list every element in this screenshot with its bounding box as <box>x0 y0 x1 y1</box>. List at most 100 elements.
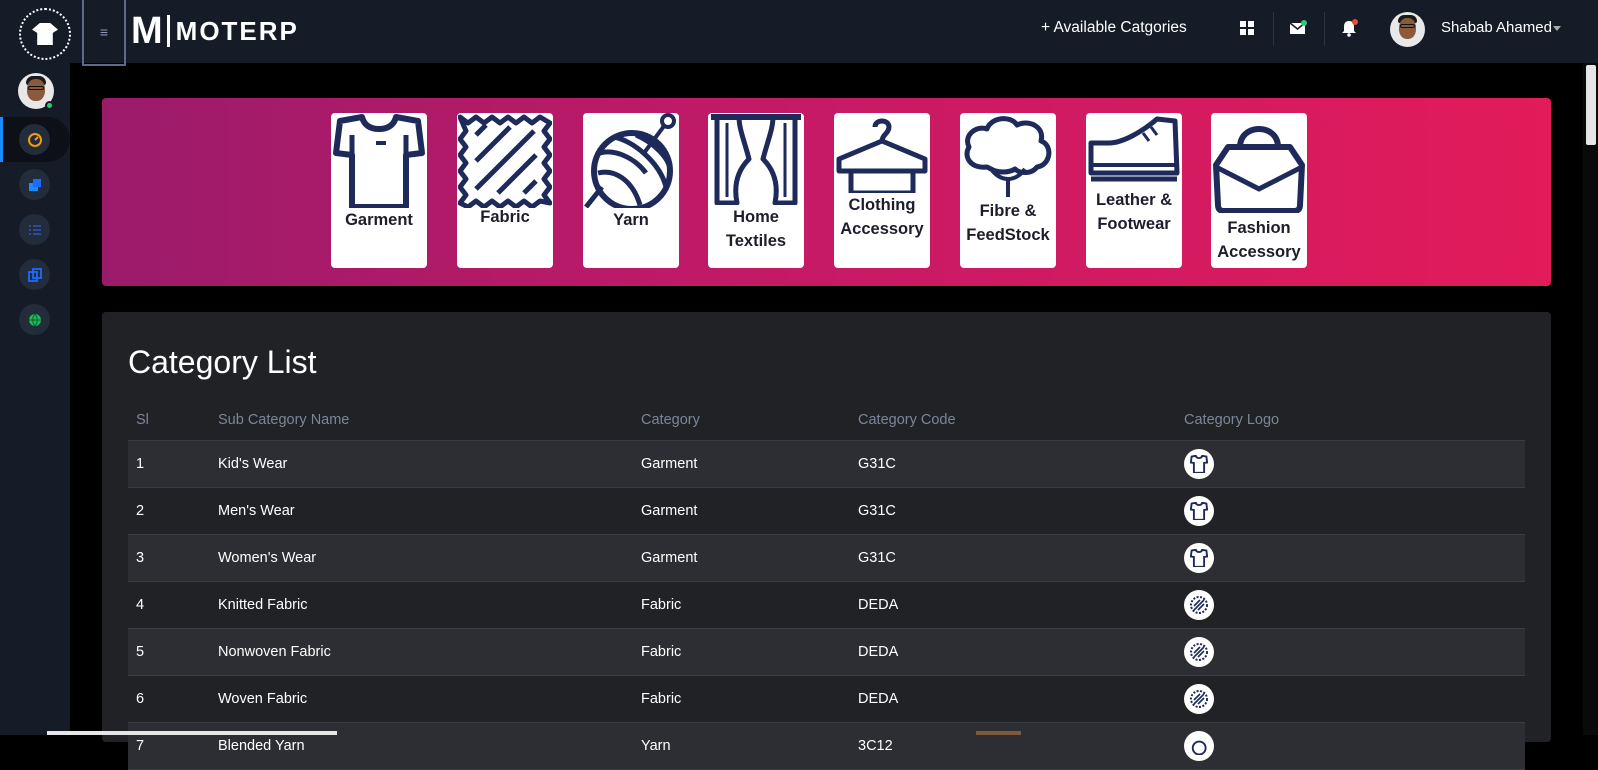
cell-category: Yarn <box>633 722 850 770</box>
curtain-icon <box>711 114 801 205</box>
category-card-fabric[interactable]: Fabric <box>457 113 553 268</box>
category-banner: Garment Fabric Yarn Home Textiles Clothi… <box>102 98 1551 286</box>
avatar-glasses <box>28 86 44 90</box>
category-card-clothing-accessory[interactable]: Clothing Accessory <box>834 113 930 268</box>
brand-logo[interactable]: M MOTERP <box>131 10 299 52</box>
cell-sl: 7 <box>128 722 210 770</box>
category-card-leather-footwear[interactable]: Leather & Footwear <box>1086 113 1182 268</box>
chevron-down-icon[interactable] <box>1553 26 1561 31</box>
globe-icon <box>28 313 41 326</box>
cell-category: Fabric <box>633 675 850 723</box>
cell-category-code: DEDA <box>850 675 1176 723</box>
cell-category-code: 3C12 <box>850 722 1176 770</box>
tshirt-icon <box>1184 495 1214 526</box>
table-row[interactable]: 6 Woven Fabric Fabric DEDA <box>128 675 1525 723</box>
category-label: Fabric <box>480 208 530 226</box>
bell-icon[interactable] <box>1339 18 1359 38</box>
cell-category-code: G31C <box>850 487 1176 535</box>
handbag-icon <box>1213 126 1305 213</box>
column-header-category[interactable]: Category <box>633 400 850 441</box>
cell-sl: 2 <box>128 487 210 535</box>
category-label: Fibre & <box>979 202 1037 220</box>
avatar-face <box>1399 18 1416 39</box>
avatar-glasses <box>1400 24 1415 28</box>
cell-category: Garment <box>633 534 850 582</box>
table-row[interactable]: 2 Men's Wear Garment G31C <box>128 487 1525 535</box>
cotton-icon <box>964 116 1052 197</box>
cell-category-logo <box>1176 581 1525 629</box>
cell-category-code: G31C <box>850 534 1176 582</box>
cell-category: Fabric <box>633 628 850 676</box>
divider <box>1324 12 1325 46</box>
yarn-icon <box>1184 730 1214 761</box>
table-row[interactable]: 4 Knitted Fabric Fabric DEDA <box>128 581 1525 629</box>
copy-icon <box>27 267 42 282</box>
category-card-garment[interactable]: Garment <box>331 113 427 268</box>
sidebar-item-globe[interactable] <box>19 304 50 335</box>
divider <box>1273 12 1274 46</box>
category-card-yarn[interactable]: Yarn <box>583 113 679 268</box>
online-status-dot <box>45 101 54 110</box>
fabric-icon <box>1184 636 1214 667</box>
logo-shirt-icon <box>32 23 58 45</box>
cell-sub-category-name: Knitted Fabric <box>210 581 633 629</box>
sidebar-item-list[interactable] <box>19 214 50 245</box>
boxes-icon <box>28 178 41 191</box>
category-label: FeedStock <box>966 226 1050 244</box>
vertical-scrollbar[interactable] <box>1583 63 1598 735</box>
cell-category-logo <box>1176 440 1525 488</box>
category-card-home-textiles[interactable]: Home Textiles <box>708 113 804 268</box>
cell-sl: 6 <box>128 675 210 723</box>
cell-sub-category-name: Woven Fabric <box>210 675 633 723</box>
user-name[interactable]: Shabab Ahamed <box>1441 19 1552 36</box>
available-categories-link[interactable]: + Available Catgories <box>1041 19 1187 37</box>
category-card-fibre-feedstock[interactable]: Fibre & FeedStock <box>960 113 1056 268</box>
column-header-category-code[interactable]: Category Code <box>850 400 1176 441</box>
column-header-sub-category-name[interactable]: Sub Category Name <box>210 400 633 441</box>
column-header-category-logo[interactable]: Category Logo <box>1176 400 1525 441</box>
cell-category-logo <box>1176 675 1525 723</box>
table-row[interactable]: 3 Women's Wear Garment G31C <box>128 534 1525 582</box>
cell-category-logo <box>1176 534 1525 582</box>
yarn-icon <box>584 113 676 208</box>
page-title: Category List <box>128 344 317 380</box>
cell-sub-category-name: Kid's Wear <box>210 440 633 488</box>
category-label: Garment <box>345 211 413 229</box>
sidebar-item-copy[interactable] <box>19 259 50 290</box>
category-label: Yarn <box>613 211 649 229</box>
cell-category-logo <box>1176 722 1525 770</box>
cell-sl: 5 <box>128 628 210 676</box>
cell-sl: 4 <box>128 581 210 629</box>
table-row[interactable]: 1 Kid's Wear Garment G31C <box>128 440 1525 488</box>
brand-divider <box>166 15 170 47</box>
category-label: Accessory <box>840 220 924 238</box>
fabric-icon <box>1184 589 1214 620</box>
tshirt-icon <box>333 114 425 208</box>
sidebar-item-dashboard[interactable] <box>19 124 50 155</box>
cell-category: Garment <box>633 440 850 488</box>
table-row[interactable]: 5 Nonwoven Fabric Fabric DEDA <box>128 628 1525 676</box>
category-list-panel: Category List Sl Sub Category Name Categ… <box>102 312 1551 770</box>
sidebar-item-boxes[interactable] <box>19 169 50 200</box>
horizontal-scroll-indicator <box>976 731 1021 735</box>
mail-icon[interactable] <box>1288 18 1308 38</box>
user-avatar[interactable] <box>1390 12 1425 47</box>
grid-icon[interactable] <box>1237 18 1257 38</box>
scrollbar-thumb[interactable] <box>1586 65 1596 145</box>
cell-category: Fabric <box>633 581 850 629</box>
list-icon <box>28 224 41 235</box>
sidebar <box>0 0 71 735</box>
top-navbar: ≡ M MOTERP + Available Catgories Shabab … <box>0 0 1598 66</box>
cell-sub-category-name: Nonwoven Fabric <box>210 628 633 676</box>
app-logo[interactable] <box>19 8 71 60</box>
cell-sub-category-name: Women's Wear <box>210 534 633 582</box>
fabric-icon <box>458 114 552 208</box>
table-row[interactable]: 7 Blended Yarn Yarn 3C12 <box>128 722 1525 770</box>
cell-category-code: DEDA <box>850 628 1176 676</box>
column-header-sl[interactable]: Sl <box>128 400 210 441</box>
category-card-fashion-accessory[interactable]: Fashion Accessory <box>1211 113 1307 268</box>
cell-category-logo <box>1176 628 1525 676</box>
tshirt-icon <box>1184 542 1214 573</box>
menu-toggle-button[interactable]: ≡ <box>82 0 126 66</box>
cell-sub-category-name: Blended Yarn <box>210 722 633 770</box>
